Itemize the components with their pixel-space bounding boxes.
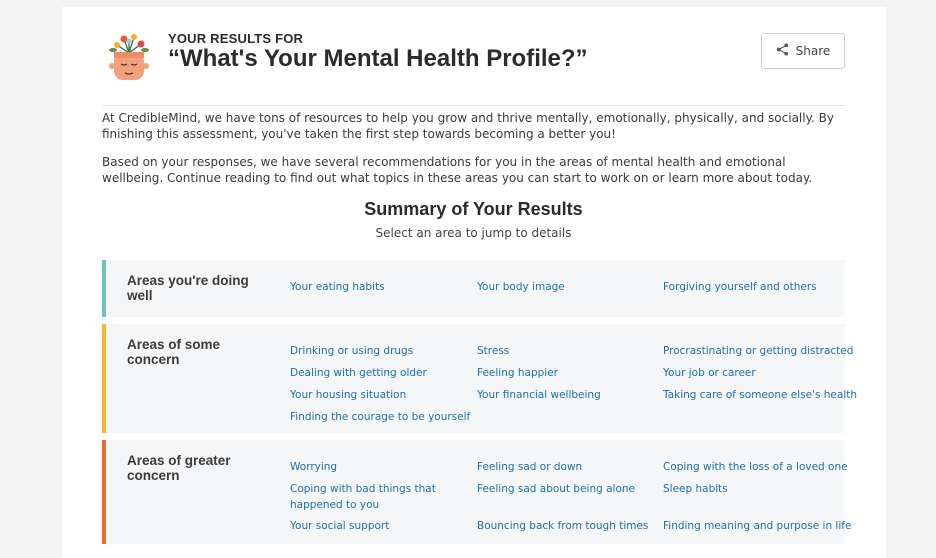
- area-link[interactable]: Worrying: [290, 459, 337, 475]
- area-link[interactable]: Coping with the loss of a loved one: [663, 459, 848, 475]
- area-link[interactable]: Your eating habits: [290, 279, 385, 295]
- area-label: Areas of greater concern: [127, 453, 231, 483]
- area-link[interactable]: Your financial wellbeing: [477, 387, 601, 403]
- area-link[interactable]: Your housing situation: [290, 387, 406, 403]
- area-link[interactable]: Feeling sad or down: [477, 459, 582, 475]
- area-link[interactable]: Finding meaning and purpose in life: [663, 518, 851, 534]
- area-doing-well: Areas you're doing well Your eating habi…: [102, 260, 845, 317]
- area-link[interactable]: Feeling sad about being alone: [477, 481, 635, 497]
- area-link[interactable]: Feeling happier: [477, 365, 558, 381]
- summary-title: Summary of Your Results: [364, 199, 583, 219]
- area-link[interactable]: Sleep habits: [663, 481, 728, 497]
- share-button[interactable]: Share: [761, 33, 845, 69]
- area-link[interactable]: Your social support: [290, 518, 389, 534]
- results-card: YOUR RESULTS FOR “What's Your Mental Hea…: [62, 7, 886, 558]
- area-link[interactable]: Forgiving yourself and others: [663, 279, 817, 295]
- area-link[interactable]: Your job or career: [663, 365, 756, 381]
- head-with-flowers-avatar: [102, 31, 156, 85]
- recommendation-paragraph: Based on your responses, we have several…: [102, 155, 813, 185]
- intro-paragraph: At CredibleMind, we have tons of resourc…: [102, 111, 834, 141]
- area-label: Areas of some concern: [127, 337, 221, 367]
- area-link[interactable]: Stress: [477, 343, 509, 359]
- area-link[interactable]: Dealing with getting older: [290, 365, 427, 381]
- area-some-concern: Areas of some concern Drinking or using …: [102, 324, 857, 433]
- page-title: “What's Your Mental Health Profile?”: [168, 45, 588, 72]
- area-greater-concern: Areas of greater concern Worrying Feelin…: [102, 440, 851, 544]
- area-link[interactable]: Procrastinating or getting distracted: [663, 343, 853, 359]
- summary-subtitle: Select an area to jump to details: [375, 226, 572, 240]
- results-header: YOUR RESULTS FOR “What's Your Mental Hea…: [102, 31, 845, 106]
- area-link[interactable]: Taking care of someone else's health: [663, 387, 857, 403]
- area-link[interactable]: Coping with bad things that happened to …: [290, 481, 470, 513]
- area-link[interactable]: Finding the courage to be yourself: [290, 409, 470, 425]
- share-label: Share: [795, 44, 831, 58]
- area-label: Areas you're doing well: [127, 273, 249, 303]
- area-link[interactable]: Your body image: [477, 279, 565, 295]
- area-link[interactable]: Drinking or using drugs: [290, 343, 413, 359]
- share-icon: [776, 43, 789, 59]
- area-link[interactable]: Bouncing back from tough times: [477, 518, 648, 534]
- results-subtitle: YOUR RESULTS FOR: [168, 31, 304, 46]
